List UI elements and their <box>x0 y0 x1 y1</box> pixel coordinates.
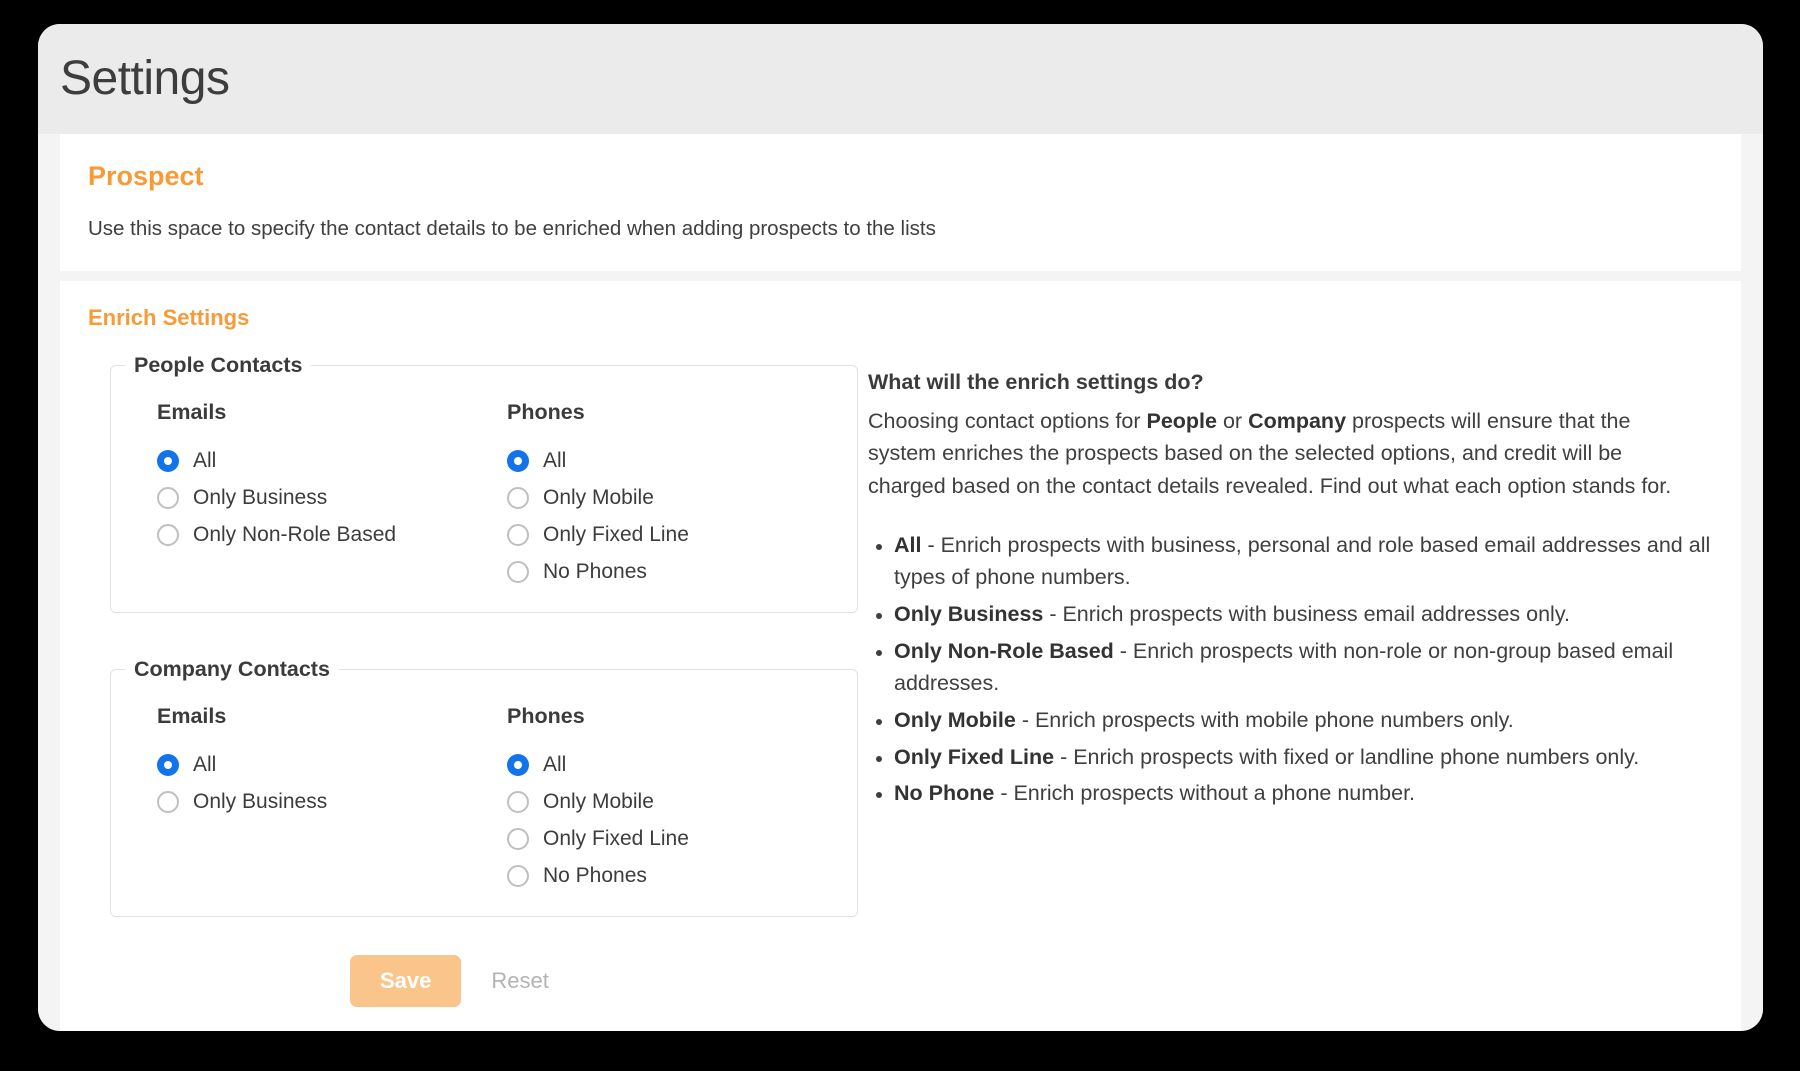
radio-option-all[interactable]: All <box>507 746 857 783</box>
info-paragraph-part1: Choosing contact options for <box>868 409 1146 433</box>
reset-button[interactable]: Reset <box>485 969 554 993</box>
radio-option-no-phones[interactable]: No Phones <box>507 857 857 894</box>
radio-option-all[interactable]: All <box>157 746 507 783</box>
radio-option-label: Only Non-Role Based <box>193 524 396 545</box>
radio-option-only-mobile[interactable]: Only Mobile <box>507 479 857 516</box>
info-bullet-only-non-role-based: Only Non-Role Based - Enrich prospects w… <box>894 635 1713 700</box>
radio-option-all[interactable]: All <box>157 442 507 479</box>
enrich-form-column: People Contacts Emails All Only Business Onl… <box>88 353 828 1007</box>
info-bullet-text: - Enrich prospects with business, person… <box>894 533 1710 590</box>
settings-window: Settings Prospect Use this space to spec… <box>38 24 1763 1031</box>
page-body: Prospect Use this space to specify the c… <box>38 134 1763 1031</box>
enrich-settings-heading: Enrich Settings <box>88 305 1713 331</box>
info-bullet-text: - Enrich prospects with mobile phone num… <box>1016 708 1514 732</box>
page-title: Settings <box>60 55 229 103</box>
radio-unchecked-icon[interactable] <box>507 865 529 887</box>
info-bullet-term: Only Business <box>894 602 1043 626</box>
contact-group-legend: People Contacts <box>125 353 311 378</box>
contact-group-legend: Company Contacts <box>125 657 339 682</box>
radio-option-label: All <box>543 754 566 775</box>
option-column-phones: Phones All Only Mobile Only Fixed Line No Ph… <box>507 400 857 590</box>
radio-option-label: Only Fixed Line <box>543 828 689 849</box>
radio-unchecked-icon[interactable] <box>507 524 529 546</box>
radio-option-only-business[interactable]: Only Business <box>157 783 507 820</box>
info-bullet-term: Only Fixed Line <box>894 745 1054 769</box>
info-bullet-text: - Enrich prospects with fixed or landlin… <box>1054 745 1639 769</box>
radio-option-label: No Phones <box>543 561 647 582</box>
radio-option-label: No Phones <box>543 865 647 886</box>
radio-option-only-mobile[interactable]: Only Mobile <box>507 783 857 820</box>
option-column-emails: Emails All Only Business <box>157 704 507 894</box>
radio-option-label: Only Business <box>193 487 327 508</box>
window-header: Settings <box>38 24 1763 134</box>
radio-option-only-non-role-based[interactable]: Only Non-Role Based <box>157 516 507 553</box>
option-column-label: Phones <box>507 400 857 426</box>
radio-unchecked-icon[interactable] <box>157 524 179 546</box>
contact-group-people-contacts: People Contacts Emails All Only Business Onl… <box>110 353 858 613</box>
prospect-heading: Prospect <box>88 160 1713 192</box>
radio-unchecked-icon[interactable] <box>507 561 529 583</box>
radio-unchecked-icon[interactable] <box>507 791 529 813</box>
contact-group-columns: Emails All Only Business Only Non-Role Base… <box>111 392 857 590</box>
info-bullet-only-fixed-line: Only Fixed Line - Enrich prospects with … <box>894 741 1713 774</box>
info-bullet-term: Only Non-Role Based <box>894 639 1114 663</box>
option-column-phones: Phones All Only Mobile Only Fixed Line No Ph… <box>507 704 857 894</box>
radio-option-label: All <box>193 450 216 471</box>
info-bullet-only-mobile: Only Mobile - Enrich prospects with mobi… <box>894 704 1713 737</box>
radio-option-all[interactable]: All <box>507 442 857 479</box>
info-title: What will the enrich settings do? <box>868 367 1713 398</box>
contact-group-columns: Emails All Only Business Phones All Only Mobi… <box>111 696 857 894</box>
info-paragraph-bold-people: People <box>1146 409 1217 433</box>
radio-option-label: All <box>543 450 566 471</box>
info-bullet-text: - Enrich prospects with business email a… <box>1043 602 1570 626</box>
option-column-label: Emails <box>157 400 507 426</box>
radio-option-label: All <box>193 754 216 775</box>
info-bullet-list: All - Enrich prospects with business, pe… <box>868 529 1713 810</box>
radio-option-label: Only Fixed Line <box>543 524 689 545</box>
info-bullet-only-business: Only Business - Enrich prospects with bu… <box>894 598 1713 631</box>
prospect-description: Use this space to specify the contact de… <box>88 216 1713 243</box>
radio-checked-icon[interactable] <box>157 450 179 472</box>
info-bullet-all: All - Enrich prospects with business, pe… <box>894 529 1713 594</box>
info-bullet-no-phone: No Phone - Enrich prospects without a ph… <box>894 777 1713 810</box>
radio-checked-icon[interactable] <box>507 754 529 776</box>
prospect-card: Prospect Use this space to specify the c… <box>60 134 1741 271</box>
info-bullet-term: No Phone <box>894 781 994 805</box>
radio-unchecked-icon[interactable] <box>157 791 179 813</box>
info-bullet-term: All <box>894 533 921 557</box>
radio-option-only-business[interactable]: Only Business <box>157 479 507 516</box>
info-bullet-text: - Enrich prospects without a phone numbe… <box>994 781 1415 805</box>
save-button[interactable]: Save <box>350 955 461 1007</box>
info-paragraph: Choosing contact options for People or C… <box>868 405 1698 503</box>
enrich-info-column: What will the enrich settings do? Choosi… <box>868 353 1713 814</box>
info-paragraph-part2: or <box>1217 409 1248 433</box>
radio-option-label: Only Mobile <box>543 791 654 812</box>
enrich-settings-card: Enrich Settings People Contacts Emails All… <box>60 281 1741 1031</box>
radio-option-label: Only Business <box>193 791 327 812</box>
option-column-label: Emails <box>157 704 507 730</box>
radio-unchecked-icon[interactable] <box>507 828 529 850</box>
contact-group-company-contacts: Company Contacts Emails All Only Business Ph… <box>110 657 858 917</box>
info-bullet-term: Only Mobile <box>894 708 1016 732</box>
radio-option-only-fixed-line[interactable]: Only Fixed Line <box>507 820 857 857</box>
radio-option-only-fixed-line[interactable]: Only Fixed Line <box>507 516 857 553</box>
radio-option-no-phones[interactable]: No Phones <box>507 553 857 590</box>
radio-checked-icon[interactable] <box>507 450 529 472</box>
radio-checked-icon[interactable] <box>157 754 179 776</box>
option-column-emails: Emails All Only Business Only Non-Role Base… <box>157 400 507 590</box>
radio-unchecked-icon[interactable] <box>157 487 179 509</box>
radio-unchecked-icon[interactable] <box>507 487 529 509</box>
option-column-label: Phones <box>507 704 857 730</box>
info-paragraph-bold-company: Company <box>1248 409 1346 433</box>
form-actions: Save Reset <box>88 955 828 1007</box>
radio-option-label: Only Mobile <box>543 487 654 508</box>
